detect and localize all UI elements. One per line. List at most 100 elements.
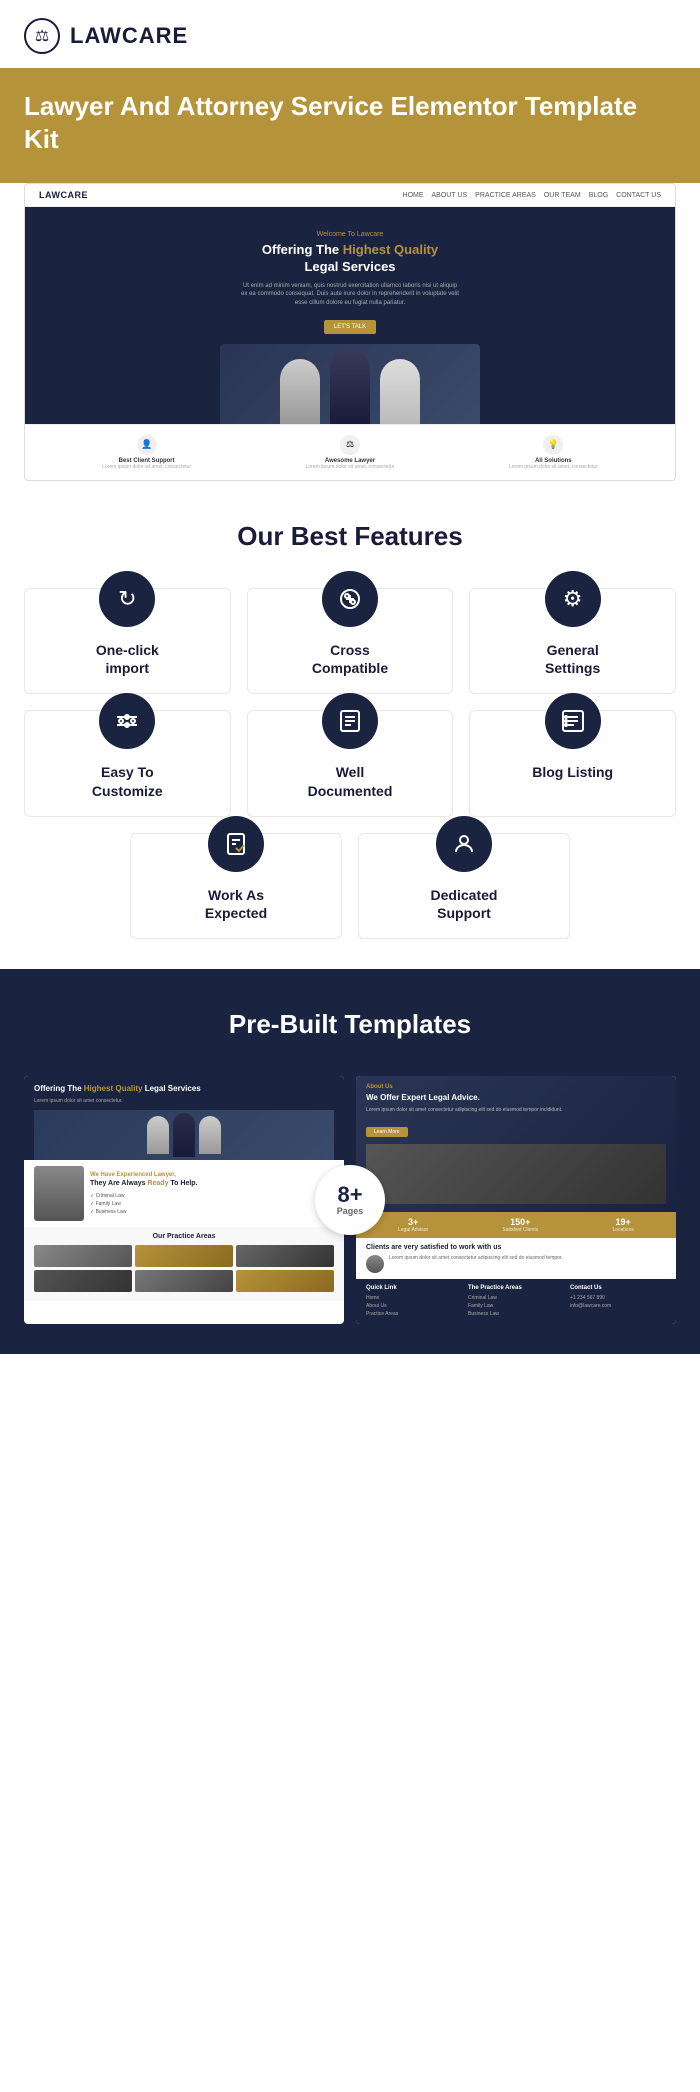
well-documented-icon: [322, 693, 378, 749]
tpl-test-title: Clients are very satisfied to work with …: [366, 1244, 666, 1251]
features-row-1: ↻ One-clickimport CrossCompatible ⚙ Gene…: [24, 588, 676, 694]
cross-compatible-label: CrossCompatible: [262, 641, 439, 677]
feature-well-documented: WellDocumented: [247, 710, 454, 816]
general-settings-label: GeneralSettings: [484, 641, 661, 677]
tpl-footer-col-2: The Practice Areas Criminal Law Family L…: [468, 1285, 564, 1318]
logo-icon: ⚖: [24, 18, 60, 54]
features-row-3: Work AsExpected DedicatedSupport: [130, 833, 570, 939]
nav-link-blog: BLOG: [589, 192, 608, 199]
tpl-practice-row2: [34, 1270, 334, 1292]
support-icon: 👤: [137, 435, 157, 455]
tpl-about-image: [366, 1144, 666, 1204]
tpl-lawyer-section: We Have Experienced Lawyer, They Are Alw…: [24, 1160, 344, 1227]
tpl-person-1: [147, 1116, 169, 1154]
lawyer-sub: Lorem ipsum dolor sit amet, consectetur: [306, 464, 395, 470]
feature-cross-compatible: CrossCompatible: [247, 588, 454, 694]
preview-navbar: LAWCARE HOME ABOUT US PRACTICE AREAS OUR…: [25, 184, 675, 207]
preview-welcome: Welcome To Lawcare: [39, 231, 661, 238]
prebuilt-section: Pre-Built Templates Offering The Highest…: [0, 969, 700, 1354]
blog-listing-label: Blog Listing: [484, 763, 661, 781]
hero-band: Lawyer And Attorney Service Elementor Te…: [0, 68, 700, 183]
tpl-hero-title: Offering The Highest Quality Legal Servi…: [34, 1084, 334, 1094]
tpl-footer-col-1: Quick Link Home About Us Practice Areas: [366, 1285, 462, 1318]
easy-customize-label: Easy ToCustomize: [39, 763, 216, 799]
tpl-lawyer-checks: ✓ Criminal Law✓ Family Law✓ Business Law: [90, 1192, 198, 1216]
tpl-practice-img-2: [135, 1245, 233, 1267]
tpl-avatar-1: [366, 1255, 384, 1273]
tpl-footer-email: info@lawcare.com: [570, 1302, 666, 1310]
nav-link-contact: CONTACT US: [616, 192, 661, 199]
well-documented-label: WellDocumented: [262, 763, 439, 799]
template-card-right: About Us We Offer Expert Legal Advice. L…: [356, 1076, 676, 1324]
tpl-learn-more-btn[interactable]: Learn More: [366, 1127, 408, 1137]
tpl-footer-link-practice: Practice Areas: [366, 1310, 462, 1318]
nav-link-practice: PRACTICE AREAS: [475, 192, 536, 199]
tpl-practice-title: Our Practice Areas: [34, 1233, 334, 1240]
template-card-left: Offering The Highest Quality Legal Servi…: [24, 1076, 344, 1324]
tpl-advice-title: We Offer Expert Legal Advice.: [366, 1093, 666, 1103]
bottom-item-support: 👤 Best Client Support Lorem ipsum dolor …: [102, 435, 191, 470]
tpl-lawyer-image: [34, 1166, 84, 1221]
feature-easy-customize: Easy ToCustomize: [24, 710, 231, 816]
tpl-practice-row1: [34, 1245, 334, 1267]
tpl-footer-phone: +1 234 567 890: [570, 1294, 666, 1302]
one-click-icon: ↻: [99, 571, 155, 627]
person-3: [380, 359, 420, 424]
feature-blog-listing: Blog Listing: [469, 710, 676, 816]
pages-label: Pages: [337, 1206, 364, 1216]
feature-general-settings: ⚙ GeneralSettings: [469, 588, 676, 694]
person-1: [280, 359, 320, 424]
site-preview: LAWCARE HOME ABOUT US PRACTICE AREAS OUR…: [24, 183, 676, 481]
bottom-item-lawyer: ⚖ Awesome Lawyer Lorem ipsum dolor sit a…: [306, 435, 395, 470]
tpl-left-hero: Offering The Highest Quality Legal Servi…: [24, 1076, 344, 1160]
dedicated-support-icon: [436, 816, 492, 872]
tpl-advice-text: Lorem ipsum dolor sit amet consectetur a…: [366, 1107, 666, 1114]
tpl-stat-advisors-label: Legal Advisor: [398, 1227, 428, 1233]
tpl-footer-title-2: The Practice Areas: [468, 1285, 564, 1291]
features-row-2: Easy ToCustomize WellDocumented: [24, 710, 676, 816]
tpl-stat-clients: 150+ Satisfied Clients: [502, 1217, 538, 1233]
tpl-testimonial: Clients are very satisfied to work with …: [356, 1238, 676, 1279]
preview-hero-title: Offering The Highest QualityLegal Servic…: [39, 242, 661, 276]
tpl-stat-locations-label: Locations: [612, 1227, 633, 1233]
blog-listing-icon: [545, 693, 601, 749]
tpl-footer-link-home: Home: [366, 1294, 462, 1302]
features-title: Our Best Features: [24, 521, 676, 552]
tpl-lawyer-row: We Have Experienced Lawyer, They Are Alw…: [34, 1166, 334, 1221]
feature-dedicated-support: DedicatedSupport: [358, 833, 570, 939]
hero-title: Lawyer And Attorney Service Elementor Te…: [24, 90, 676, 155]
cross-compatible-icon: [322, 571, 378, 627]
preview-bottom-bar: 👤 Best Client Support Lorem ipsum dolor …: [25, 424, 675, 480]
nav-link-team: OUR TEAM: [544, 192, 581, 199]
solutions-sub: Lorem ipsum dolor sit amet, consectetur: [509, 464, 598, 470]
tpl-lawyer-text: We Have Experienced Lawyer, They Are Alw…: [90, 1172, 198, 1215]
tpl-test-row: Lorem ipsum dolor sit amet consectetur a…: [366, 1255, 666, 1273]
tpl-stat-advisors: 3+ Legal Advisor: [398, 1217, 428, 1233]
pages-count: 8+: [337, 1184, 362, 1206]
tpl-practice-img-3: [236, 1245, 334, 1267]
pages-badge: 8+ Pages: [315, 1165, 385, 1235]
tpl-footer: Quick Link Home About Us Practice Areas …: [356, 1279, 676, 1324]
logo-text: LAWCARE: [70, 23, 188, 49]
tpl-lawyer-subtitle: We Have Experienced Lawyer,: [90, 1172, 198, 1178]
prebuilt-title: Pre-Built Templates: [24, 1009, 676, 1040]
tpl-stat-locations: 19+ Locations: [612, 1217, 633, 1233]
tpl-practice-img-6: [236, 1270, 334, 1292]
preview-hero-image: [220, 344, 480, 424]
tpl-lawyer-title: They Are Always Ready To Help.: [90, 1180, 198, 1188]
preview-logo: LAWCARE: [39, 190, 88, 200]
nav-link-about: ABOUT US: [432, 192, 468, 199]
tpl-practice-section: Our Practice Areas: [24, 1227, 344, 1301]
tpl-stats-bar: 3+ Legal Advisor 150+ Satisfied Clients …: [356, 1212, 676, 1238]
tpl-about-section: About Us We Offer Expert Legal Advice. L…: [356, 1076, 676, 1212]
tpl-footer-title-1: Quick Link: [366, 1285, 462, 1291]
support-sub: Lorem ipsum dolor sit amet, consectetur: [102, 464, 191, 470]
preview-hero-sub: Ut enim ad minim veniam, quis nostrud ex…: [240, 282, 460, 307]
tpl-footer-link-criminal: Criminal Law: [468, 1294, 564, 1302]
feature-work-as-expected: Work AsExpected: [130, 833, 342, 939]
header: ⚖ LAWCARE: [0, 0, 700, 68]
tpl-practice-img-4: [34, 1270, 132, 1292]
tpl-hero-image: [34, 1110, 334, 1160]
person-2: [330, 349, 370, 424]
preview-cta-btn[interactable]: LET'S TALK: [324, 320, 376, 334]
